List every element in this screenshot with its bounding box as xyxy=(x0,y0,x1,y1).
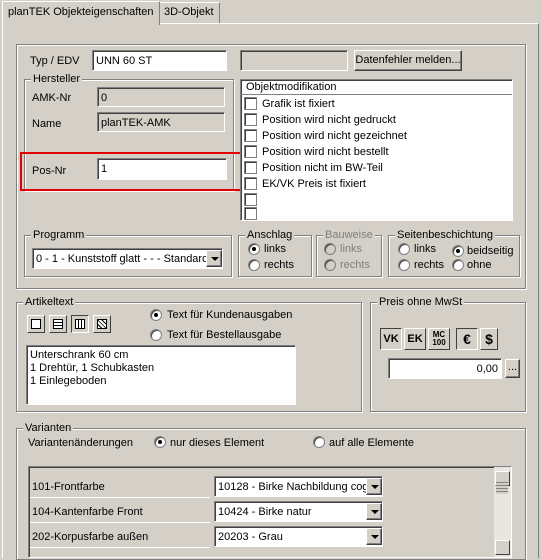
preis-more-button[interactable]: ... xyxy=(505,359,520,378)
item-nicht-gezeichnet: Position wird nicht gezeichnet xyxy=(262,130,407,142)
checkbox-preis-fixiert[interactable] xyxy=(244,177,257,190)
text-kundenausgaben-radio[interactable] xyxy=(150,309,162,321)
text-format-2-button[interactable] xyxy=(49,315,67,333)
checkbox-grafik-fixiert[interactable] xyxy=(244,97,257,110)
pos-nr-input[interactable]: 1 xyxy=(97,158,227,180)
seitenbeschichtung-links-label: links xyxy=(414,243,437,255)
programm-select[interactable]: 0 - 1 - Kunststoff glatt - - - Standard xyxy=(32,248,223,269)
text-format-3-button[interactable] xyxy=(71,315,89,333)
item-nicht-gedruckt: Position wird nicht gedruckt xyxy=(262,114,396,126)
bauweise-links-radio xyxy=(324,243,336,255)
objektmodifikation-header: Objektmodifikation xyxy=(241,80,512,95)
text-kundenausgaben-label: Text für Kundenausgaben xyxy=(167,309,293,321)
tab-3d-objekt[interactable]: 3D-Objekt xyxy=(158,2,220,24)
artikeltext-line-2: 1 Drehtür, 1 Schubkasten xyxy=(30,362,155,374)
variant-name: 202-Korpusfarbe außen xyxy=(32,531,149,543)
amk-nr-field: 0 xyxy=(97,87,225,107)
euro-icon[interactable]: € xyxy=(456,328,478,350)
bauweise-rechts-radio xyxy=(324,259,336,271)
varianten-alle-label: auf alle Elemente xyxy=(329,437,414,449)
seitenbeschichtung-links-radio[interactable] xyxy=(398,243,410,255)
checkbox-empty-1[interactable] xyxy=(244,193,257,206)
seitenbeschichtung-ohne-label: ohne xyxy=(467,259,492,271)
variant-select[interactable]: 20203 - Grau xyxy=(214,526,383,547)
variant-select[interactable]: 10424 - Birke natur xyxy=(214,501,383,522)
checkbox-empty-2[interactable] xyxy=(244,207,257,220)
bauweise-title: Bauweise xyxy=(323,228,375,242)
artikeltext-title: Artikeltext xyxy=(23,295,76,309)
amk-nr-label: AMK-Nr xyxy=(32,92,72,104)
tab-objekteigenschaften[interactable]: planTEK Objekteigenschaften xyxy=(2,1,160,25)
variant-dropdown-icon[interactable] xyxy=(366,528,382,545)
artikeltext-textarea[interactable]: Unterschrank 60 cm 1 Drehtür, 1 Schubkas… xyxy=(26,345,296,405)
anschlag-links-radio[interactable] xyxy=(248,243,260,255)
variant-row: 101-Frontfarbe xyxy=(30,476,210,498)
name-label: Name xyxy=(32,118,62,130)
text-format-4-button[interactable] xyxy=(93,315,111,333)
bauweise-rechts-label: rechts xyxy=(340,259,370,271)
scroll-thumb-grip-icon[interactable] xyxy=(496,480,508,494)
checkbox-nicht-gezeichnet[interactable] xyxy=(244,129,257,142)
mc-label-bottom: 100 xyxy=(432,338,446,347)
hersteller-title: Hersteller xyxy=(31,72,83,86)
item-nicht-bw-teil: Position nicht im BW-Teil xyxy=(262,162,383,174)
text-format-1-button[interactable] xyxy=(27,315,45,333)
checkbox-nicht-bestellt[interactable] xyxy=(244,145,257,158)
programm-dropdown-icon[interactable] xyxy=(206,250,222,267)
seitenbeschichtung-beidseitig-label: beidseitig xyxy=(467,245,514,257)
pos-nr-label: Pos-Nr xyxy=(32,165,67,177)
seitenbeschichtung-rechts-label: rechts xyxy=(414,259,444,271)
artikeltext-line-3: 1 Einlegeboden xyxy=(30,375,107,387)
anschlag-title: Anschlag xyxy=(245,228,295,242)
page-icon xyxy=(31,319,41,329)
preis-title: Preis ohne MwSt xyxy=(377,295,465,309)
preis-group: Preis ohne MwSt xyxy=(370,295,526,412)
preis-input[interactable]: 0,00 xyxy=(388,358,502,379)
checkbox-nicht-bw-teil[interactable] xyxy=(244,161,257,174)
typ-edv-label: Typ / EDV xyxy=(30,55,80,67)
variantenaenderungen-label: Variantenänderungen xyxy=(28,437,133,449)
mc-button[interactable]: MC 100 xyxy=(428,328,450,350)
page-dotted-icon xyxy=(97,319,107,329)
anschlag-rechts-radio[interactable] xyxy=(248,259,260,271)
vk-button[interactable]: VK xyxy=(380,328,402,350)
secondary-field xyxy=(240,50,348,71)
varianten-nur-dieses-label: nur dieses Element xyxy=(170,437,265,449)
dollar-icon[interactable]: $ xyxy=(480,328,498,350)
text-bestellausgabe-label: Text für Bestellausgabe xyxy=(167,329,282,341)
checkbox-nicht-gedruckt[interactable] xyxy=(244,113,257,126)
anschlag-links-label: links xyxy=(264,243,287,255)
varianten-nur-dieses-radio[interactable] xyxy=(154,436,166,448)
ek-button[interactable]: EK xyxy=(404,328,426,350)
typ-edv-input[interactable]: UNN 60 ST xyxy=(92,50,227,71)
seitenbeschichtung-rechts-radio[interactable] xyxy=(398,259,410,271)
datenfehler-melden-button[interactable]: Datenfehler melden... xyxy=(354,50,462,71)
seitenbeschichtung-ohne-radio[interactable] xyxy=(452,259,464,271)
variant-row: 202-Korpusfarbe außen xyxy=(30,526,210,548)
bauweise-links-label: links xyxy=(340,243,363,255)
text-bestellausgabe-radio[interactable] xyxy=(150,329,162,341)
item-preis-fixiert: EK/VK Preis ist fixiert xyxy=(262,178,366,190)
varianten-title: Varianten xyxy=(23,421,74,435)
varianten-alle-radio[interactable] xyxy=(313,436,325,448)
variant-dropdown-icon[interactable] xyxy=(366,478,382,495)
hersteller-name-field: planTEK-AMK xyxy=(97,112,225,132)
scroll-down-icon[interactable] xyxy=(495,540,510,555)
page-grid-icon xyxy=(75,319,85,329)
programm-title: Programm xyxy=(31,228,87,242)
page-lines-icon xyxy=(53,319,63,329)
seitenbeschichtung-beidseitig-radio[interactable] xyxy=(452,245,464,257)
artikeltext-line-1: Unterschrank 60 cm xyxy=(30,349,129,361)
anschlag-rechts-label: rechts xyxy=(264,259,294,271)
variant-name: 101-Frontfarbe xyxy=(32,481,105,493)
variant-name: 104-Kantenfarbe Front xyxy=(32,506,143,518)
variant-select[interactable]: 10128 - Birke Nachbildung cog xyxy=(214,476,383,497)
variant-row: 104-Kantenfarbe Front xyxy=(30,501,210,523)
item-grafik-fixiert: Grafik ist fixiert xyxy=(262,98,335,110)
seitenbeschichtung-title: Seitenbeschichtung xyxy=(395,228,496,242)
item-nicht-bestellt: Position wird nicht bestellt xyxy=(262,146,389,158)
variant-dropdown-icon[interactable] xyxy=(366,503,382,520)
